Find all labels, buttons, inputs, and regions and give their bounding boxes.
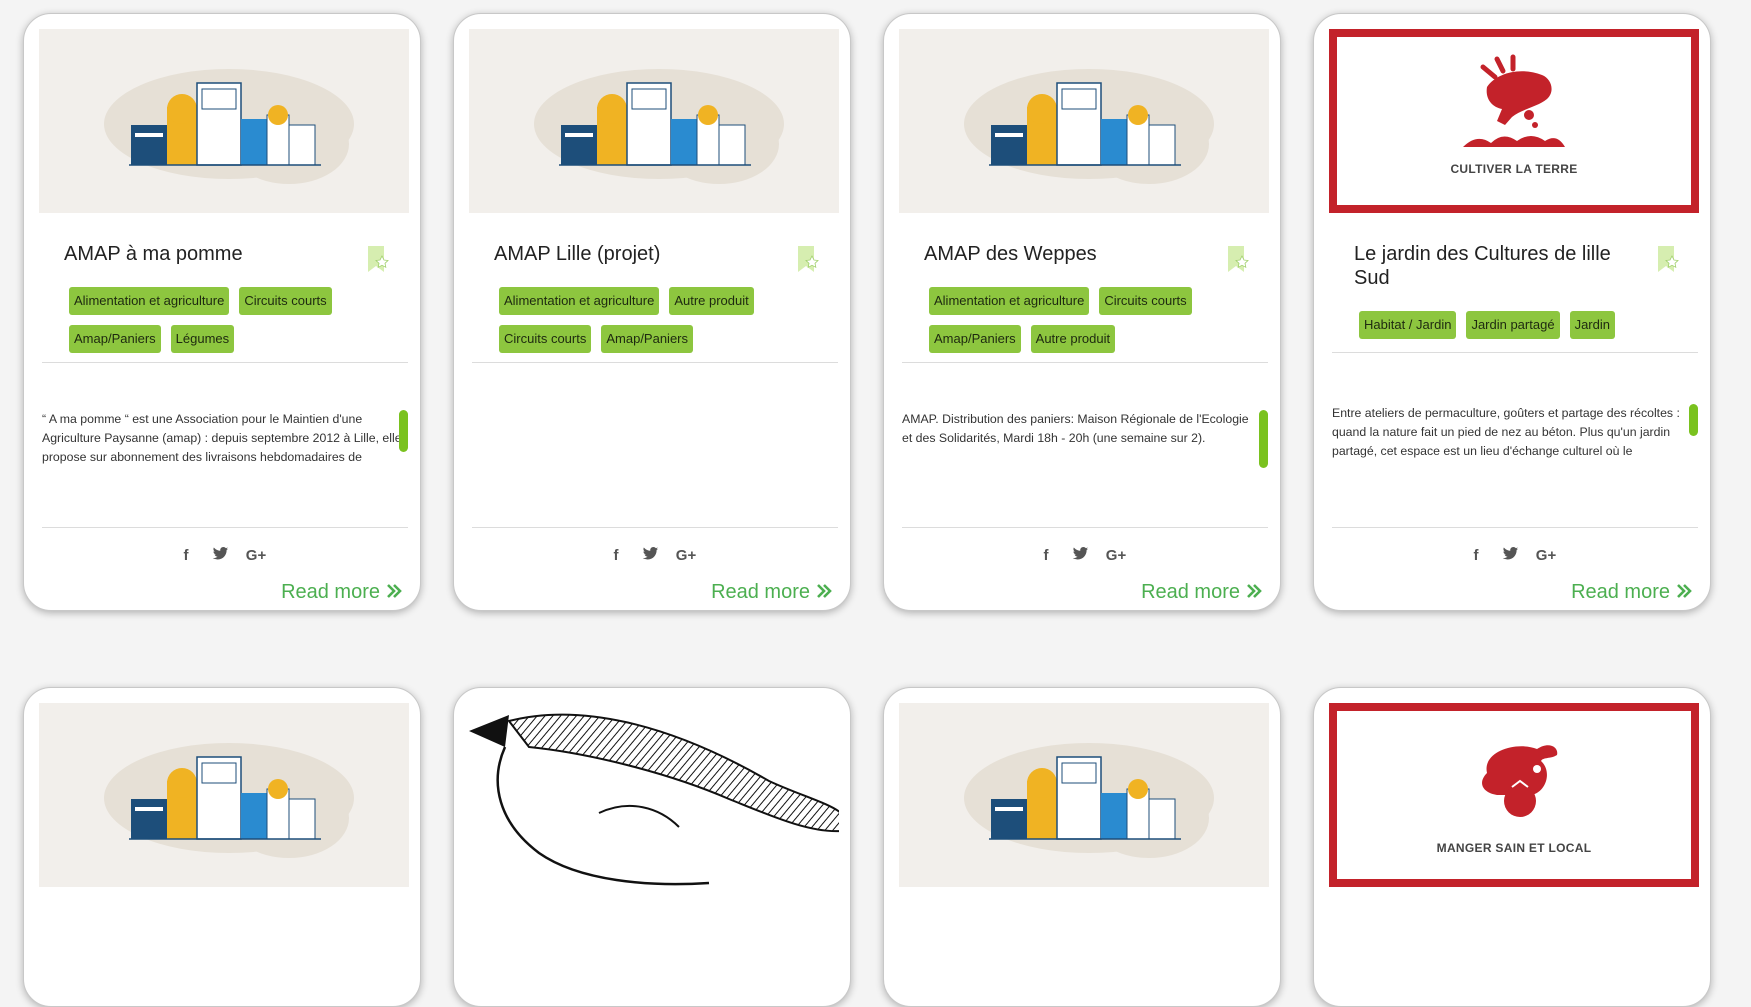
- card-description: AMAP. Distribution des paniers: Maison R…: [902, 412, 1249, 445]
- facebook-icon[interactable]: f: [607, 547, 625, 565]
- description-scrollbar[interactable]: [399, 410, 408, 452]
- tag[interactable]: Alimentation et agriculture: [69, 287, 230, 315]
- card-jardin-des-cultures: CULTIVER LA TERRE Le jardin des Cultures…: [1313, 13, 1711, 611]
- bookmark-icon[interactable]: [1226, 244, 1250, 274]
- card-row2-4: MANGER SAIN ET LOCAL: [1313, 687, 1711, 1007]
- card-image[interactable]: [39, 29, 409, 213]
- read-more-label: Read more: [711, 581, 810, 603]
- google-plus-icon[interactable]: G+: [245, 547, 267, 565]
- tag[interactable]: Autre produit: [1030, 325, 1116, 353]
- card-row2-3: [883, 687, 1281, 1007]
- tag[interactable]: Circuits courts: [499, 325, 592, 353]
- tag[interactable]: Circuits courts: [239, 287, 332, 315]
- card-image[interactable]: [469, 703, 839, 887]
- tag[interactable]: Amap/Paniers: [601, 325, 694, 353]
- read-more-link[interactable]: Read more: [711, 581, 832, 604]
- divider: [472, 527, 838, 528]
- card-amap-a-ma-pomme: AMAP à ma pomme Alimentation et agricult…: [23, 13, 421, 611]
- read-more-label: Read more: [281, 581, 380, 603]
- card-amap-lille-projet: AMAP Lille (projet) Alimentation et agri…: [453, 13, 851, 611]
- card-row2-2: [453, 687, 851, 1007]
- social-share: f G+: [884, 547, 1280, 565]
- card-image[interactable]: [39, 703, 409, 887]
- bookmark-icon[interactable]: [1656, 244, 1680, 274]
- card-title[interactable]: AMAP des Weppes: [924, 242, 1214, 266]
- card-description: Entre ateliers de permaculture, goûters …: [1332, 406, 1680, 458]
- facebook-icon[interactable]: f: [1037, 547, 1055, 565]
- description-scrollbar[interactable]: [1689, 404, 1698, 436]
- facebook-icon[interactable]: f: [177, 547, 195, 565]
- card-title[interactable]: AMAP Lille (projet): [494, 242, 784, 266]
- city-illustration: [104, 743, 354, 858]
- card-title[interactable]: Le jardin des Cultures de lille Sud: [1354, 242, 1644, 290]
- double-chevron-right-icon: [1676, 581, 1692, 604]
- tag[interactable]: Amap/Paniers: [929, 325, 1021, 353]
- tag-list: Alimentation et agriculture Circuits cou…: [69, 287, 389, 353]
- card-image[interactable]: [899, 29, 1269, 213]
- divider: [472, 362, 838, 363]
- tag[interactable]: Légumes: [170, 325, 235, 353]
- city-illustration: [534, 69, 784, 184]
- bird-drawing: [469, 713, 839, 886]
- tag-list: Alimentation et agriculture Circuits cou…: [929, 287, 1249, 353]
- logo-caption: CULTIVER LA TERRE: [1450, 162, 1578, 176]
- description-scrollbar[interactable]: [1259, 410, 1268, 468]
- double-chevron-right-icon: [1246, 581, 1262, 604]
- card-amap-des-weppes: AMAP des Weppes Alimentation et agricult…: [883, 13, 1281, 611]
- card-title[interactable]: AMAP à ma pomme: [64, 242, 354, 266]
- logo-caption: MANGER SAIN ET LOCAL: [1436, 841, 1592, 855]
- tag[interactable]: Amap/Paniers: [69, 325, 161, 353]
- twitter-icon[interactable]: [641, 547, 659, 565]
- twitter-icon[interactable]: [1501, 547, 1519, 565]
- double-chevron-right-icon: [816, 581, 832, 604]
- city-illustration: [964, 69, 1214, 184]
- divider: [42, 527, 408, 528]
- social-share: f G+: [454, 547, 850, 565]
- divider: [42, 362, 408, 363]
- social-share: f G+: [1314, 547, 1710, 565]
- twitter-icon[interactable]: [211, 547, 229, 565]
- google-plus-icon[interactable]: G+: [1535, 547, 1557, 565]
- twitter-icon[interactable]: [1071, 547, 1089, 565]
- tag[interactable]: Habitat / Jardin: [1359, 311, 1457, 339]
- read-more-link[interactable]: Read more: [281, 581, 402, 604]
- read-more-label: Read more: [1141, 581, 1240, 603]
- divider: [1332, 527, 1698, 528]
- tag[interactable]: Alimentation et agriculture: [929, 287, 1090, 315]
- facebook-icon[interactable]: f: [1467, 547, 1485, 565]
- read-more-link[interactable]: Read more: [1141, 581, 1262, 604]
- hand-sowing-logo: [1463, 54, 1565, 147]
- tag[interactable]: Jardin partagé: [1466, 311, 1560, 339]
- social-share: f G+: [24, 547, 420, 565]
- tag-list: Habitat / Jardin Jardin partagé Jardin: [1359, 311, 1679, 339]
- card-image[interactable]: CULTIVER LA TERRE: [1329, 29, 1699, 213]
- tag[interactable]: Autre produit: [669, 287, 754, 315]
- city-illustration: [964, 743, 1214, 858]
- city-illustration: [104, 69, 354, 184]
- bookmark-icon[interactable]: [796, 244, 820, 274]
- divider: [902, 527, 1268, 528]
- tag[interactable]: Jardin: [1569, 311, 1615, 339]
- divider: [902, 362, 1268, 363]
- card-image[interactable]: [469, 29, 839, 213]
- card-image[interactable]: [899, 703, 1269, 887]
- tag[interactable]: Alimentation et agriculture: [499, 287, 660, 315]
- bookmark-icon[interactable]: [366, 244, 390, 274]
- double-chevron-right-icon: [386, 581, 402, 604]
- card-image[interactable]: MANGER SAIN ET LOCAL: [1329, 703, 1699, 887]
- read-more-label: Read more: [1571, 581, 1670, 603]
- tag[interactable]: Circuits courts: [1099, 287, 1192, 315]
- card-description: “ A ma pomme “ est une Association pour …: [42, 412, 402, 464]
- read-more-link[interactable]: Read more: [1571, 581, 1692, 604]
- card-row2-1: [23, 687, 421, 1007]
- card-description: [472, 410, 832, 468]
- divider: [1332, 352, 1698, 353]
- google-plus-icon[interactable]: G+: [1105, 547, 1127, 565]
- tag-list: Alimentation et agriculture Autre produi…: [499, 287, 819, 353]
- google-plus-icon[interactable]: G+: [675, 547, 697, 565]
